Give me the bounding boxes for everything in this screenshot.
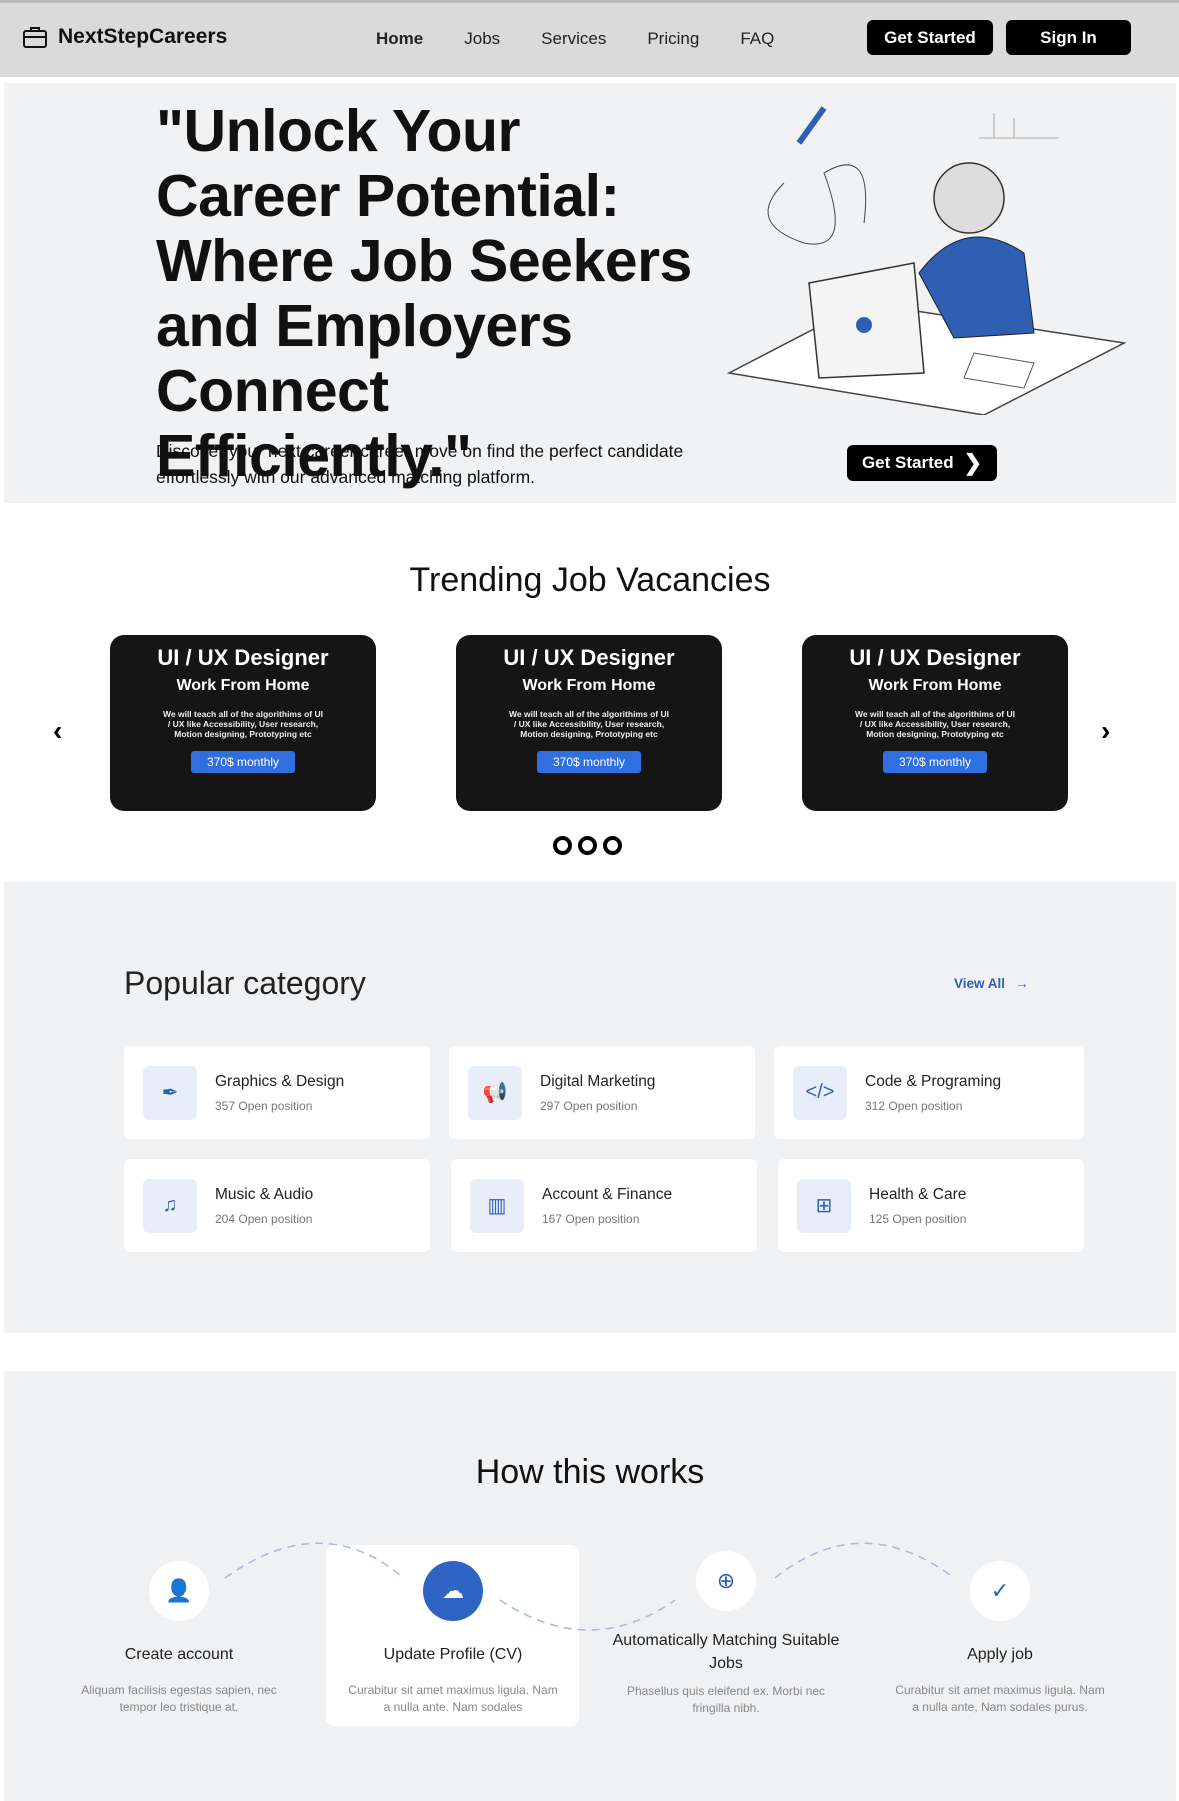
job-type: Work From Home	[522, 677, 656, 694]
step-label: Update Profile (CV)	[383, 1646, 523, 1663]
top-nav: NextStepCareers Home Jobs Services Prici…	[0, 0, 1179, 77]
category-name: Digital Marketing	[540, 1072, 656, 1090]
arrow-right-icon: →	[1015, 976, 1029, 991]
hero-subtitle: Discover your next career career move on…	[156, 441, 684, 487]
category-name: Account & Finance	[542, 1185, 673, 1203]
hero-title: "Unlock Your Career Potential: Where Job…	[156, 98, 692, 489]
category-count: 297 Open position	[540, 1098, 638, 1113]
carousel-next-icon[interactable]: ›	[1101, 715, 1110, 747]
get-started-button[interactable]: Get Started	[867, 20, 993, 55]
carousel-dot[interactable]	[553, 836, 572, 855]
job-card[interactable]: UI / UX Designer Work From Home We will …	[110, 635, 376, 811]
step-apply: ✓ Apply job Curabitur sit amet maximus l…	[870, 1561, 1130, 1716]
category-card[interactable]: ♫ Music & Audio 204 Open position	[124, 1159, 430, 1252]
job-price: 370$ monthly	[882, 751, 988, 773]
job-title: UI / UX Designer	[849, 645, 1021, 670]
job-card[interactable]: UI / UX Designer Work From Home We will …	[802, 635, 1068, 811]
step-desc: Phasellus quis eleifend ex. Morbi nec fr…	[626, 1684, 826, 1715]
step-desc: Aliquam facilisis egestas sapien, nec te…	[81, 1683, 277, 1714]
step-desc: Curabitur sit amet maximus ligula. Nam a…	[348, 1683, 558, 1714]
brand-name: NextStepCareers	[58, 25, 228, 48]
nav-home[interactable]: Home	[376, 29, 423, 49]
job-desc: We will teach all of the algorithims of …	[509, 709, 669, 739]
category-card[interactable]: ▥ Account & Finance 167 Open position	[451, 1159, 757, 1252]
search-plus-icon: ⊕	[696, 1551, 756, 1611]
step-desc: Curabitur sit amet maximus ligula. Nam a…	[895, 1683, 1105, 1714]
hero-illustration	[726, 106, 1126, 415]
nav-pricing[interactable]: Pricing	[647, 29, 699, 49]
job-price: 370$ monthly	[536, 751, 642, 773]
code-icon: </>	[793, 1065, 847, 1120]
category-card[interactable]: ⊞ Health & Care 125 Open position	[778, 1159, 1084, 1252]
trending-title: Trending Job Vacancies	[409, 561, 771, 599]
job-desc: We will teach all of the algorithims of …	[163, 709, 323, 739]
job-price: 370$ monthly	[190, 751, 296, 773]
step-update-profile: ☁ Update Profile (CV) Curabitur sit amet…	[323, 1561, 583, 1716]
megaphone-icon: 📢	[468, 1065, 522, 1120]
category-count: 204 Open position	[215, 1211, 313, 1226]
chevron-right-icon: ❯	[963, 450, 983, 475]
section-divider	[4, 1333, 1176, 1371]
category-card[interactable]: 📢 Digital Marketing 297 Open position	[449, 1046, 755, 1139]
category-count: 312 Open position	[865, 1098, 963, 1113]
popular-title: Popular category	[124, 965, 366, 1001]
nav-services[interactable]: Services	[541, 29, 606, 49]
nav-links: Home Jobs Services Pricing FAQ	[376, 29, 774, 49]
how-title: How this works	[475, 1453, 705, 1491]
step-create-account: 👤 Create account Aliquam facilisis egest…	[49, 1561, 309, 1716]
step-label: Automatically Matching Suitable Jobs	[612, 1632, 840, 1672]
category-card[interactable]: </> Code & Programing 312 Open position	[774, 1046, 1084, 1139]
bar-chart-icon: ▥	[470, 1178, 524, 1233]
category-name: Health & Care	[869, 1185, 967, 1203]
job-title: UI / UX Designer	[157, 645, 329, 670]
job-title: UI / UX Designer	[503, 645, 675, 670]
job-card[interactable]: UI / UX Designer Work From Home We will …	[456, 635, 722, 811]
step-label: Apply job	[967, 1646, 1033, 1663]
category-count: 357 Open position	[215, 1098, 313, 1113]
user-add-icon: 👤	[149, 1561, 209, 1621]
category-count: 167 Open position	[542, 1211, 640, 1226]
view-all-label: View All	[954, 976, 1006, 991]
step-matching: ⊕ Automatically Matching Suitable Jobs P…	[596, 1551, 856, 1717]
hero-cta-label: Get Started	[861, 453, 954, 472]
carousel-prev-icon[interactable]: ‹	[53, 715, 62, 747]
cloud-upload-icon: ☁	[423, 1561, 483, 1621]
job-type: Work From Home	[176, 677, 310, 694]
carousel-dot[interactable]	[603, 836, 622, 855]
music-icon: ♫	[143, 1178, 197, 1233]
category-count: 125 Open position	[869, 1211, 967, 1226]
category-name: Graphics & Design	[215, 1072, 345, 1090]
category-card[interactable]: ✒ Graphics & Design 357 Open position	[124, 1046, 430, 1139]
job-desc: We will teach all of the algorithims of …	[855, 709, 1015, 739]
nav-jobs[interactable]: Jobs	[464, 29, 500, 49]
carousel-dot[interactable]	[578, 836, 597, 855]
briefcase-icon	[23, 27, 47, 48]
brand-logo[interactable]: NextStepCareers	[22, 25, 227, 49]
view-all-link[interactable]: View All →	[954, 976, 1029, 991]
sign-in-button[interactable]: Sign In	[1006, 20, 1131, 55]
job-type: Work From Home	[868, 677, 1002, 694]
medical-kit-icon: ⊞	[797, 1178, 851, 1233]
verified-badge-icon: ✓	[970, 1561, 1030, 1621]
pen-tool-icon: ✒	[143, 1065, 197, 1120]
step-label: Create account	[124, 1646, 234, 1663]
hero-get-started-button[interactable]: Get Started ❯	[847, 445, 997, 481]
category-name: Code & Programing	[865, 1072, 1002, 1090]
category-name: Music & Audio	[215, 1185, 314, 1203]
nav-faq[interactable]: FAQ	[740, 29, 774, 49]
